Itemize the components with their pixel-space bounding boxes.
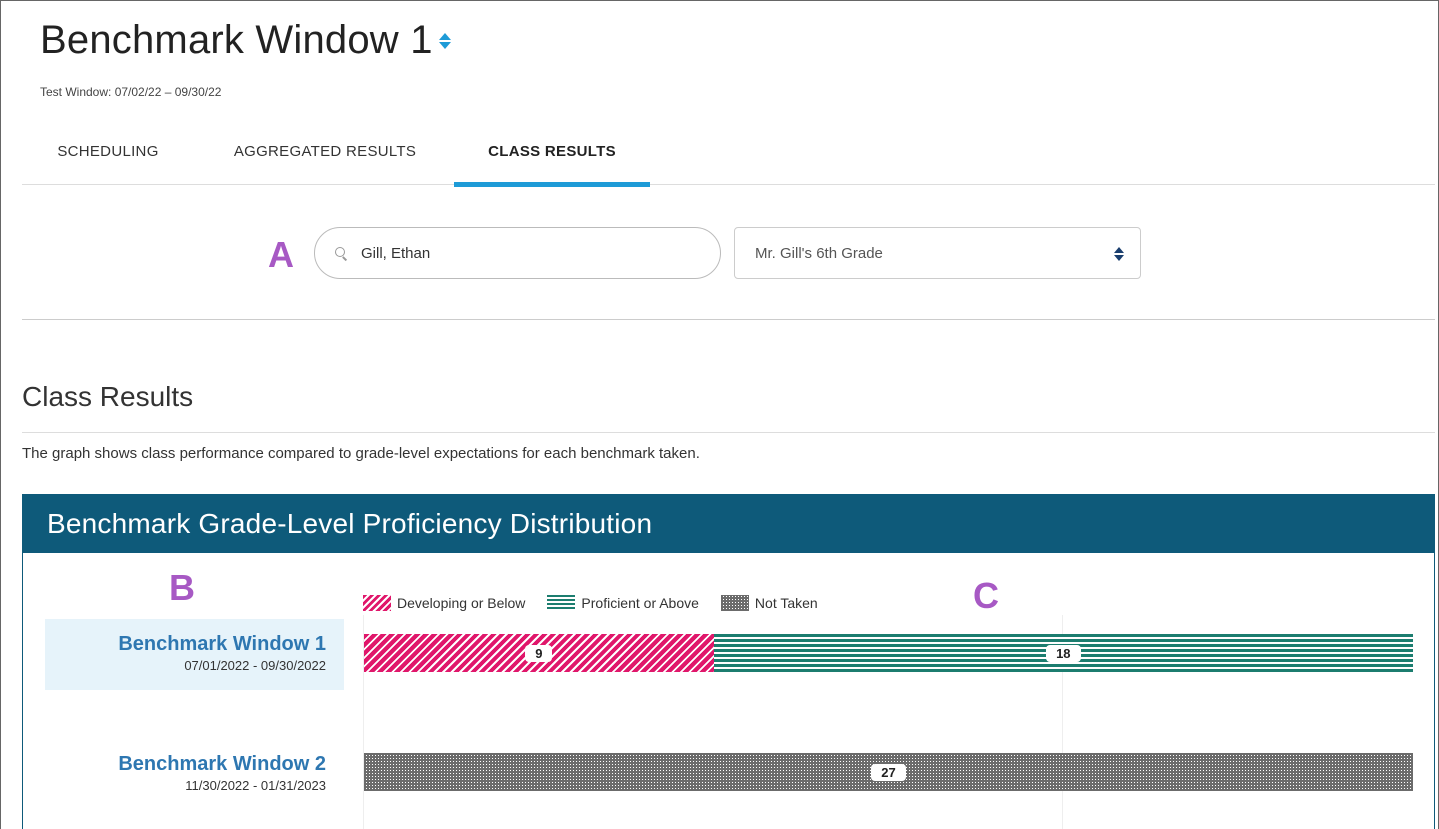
callout-a: A	[268, 234, 294, 275]
benchmark-window-2-label[interactable]: Benchmark Window 2 11/30/2022 - 01/31/20…	[45, 743, 344, 814]
callout-c: C	[973, 575, 999, 616]
section-description: The graph shows class performance compar…	[22, 445, 700, 462]
page-title-text: Benchmark Window 1	[40, 18, 433, 62]
callout-b: B	[169, 567, 195, 608]
legend-item-not-taken: Not Taken	[720, 595, 818, 611]
legend-swatch-proficient	[547, 595, 576, 611]
tab-class-results[interactable]: CLASS RESULTS	[454, 118, 650, 187]
bar-proficient[interactable]: 18	[713, 634, 1413, 672]
benchmark-window-name[interactable]: Benchmark Window 1	[45, 633, 326, 656]
bar-value-label: 27	[871, 763, 906, 781]
search-input[interactable]	[361, 244, 681, 262]
chart-title: Benchmark Grade-Level Proficiency Distri…	[23, 495, 1434, 553]
legend-label: Not Taken	[754, 595, 818, 611]
benchmark-window-dates: 11/30/2022 - 01/31/2023	[185, 778, 326, 793]
tab-aggregated-results[interactable]: AGGREGATED RESULTS	[218, 118, 432, 185]
legend-item-developing: Developing or Below	[363, 595, 525, 611]
legend-item-proficient: Proficient or Above	[547, 595, 699, 611]
chart-legend: Developing or Below Proficient or Above …	[363, 595, 840, 611]
section-title: Class Results	[22, 381, 194, 412]
bar-not-taken[interactable]: 27	[364, 753, 1413, 791]
tab-bar: SCHEDULING AGGREGATED RESULTS CLASS RESU…	[22, 118, 1435, 187]
sort-arrows-icon[interactable]	[438, 32, 451, 49]
legend-swatch-not-taken	[720, 595, 749, 611]
class-select-value: Mr. Gill's 6th Grade	[755, 244, 883, 262]
divider	[22, 432, 1435, 433]
divider	[22, 319, 1435, 320]
test-window-dates: Test Window: 07/02/22 – 09/30/22	[40, 85, 222, 99]
page-title[interactable]: Benchmark Window 1	[40, 18, 451, 63]
benchmark-window-dates: 07/01/2022 - 09/30/2022	[184, 658, 326, 673]
select-caret-icon	[1114, 247, 1124, 261]
legend-label: Proficient or Above	[581, 595, 699, 611]
chart-panel: Benchmark Grade-Level Proficiency Distri…	[22, 494, 1435, 829]
legend-swatch-developing	[363, 595, 391, 611]
benchmark-window-name[interactable]: Benchmark Window 2	[45, 753, 326, 776]
student-search[interactable]	[314, 227, 721, 279]
legend-label: Developing or Below	[397, 595, 526, 611]
class-select[interactable]: Mr. Gill's 6th Grade	[734, 227, 1141, 279]
benchmark-window-1-label[interactable]: Benchmark Window 1 07/01/2022 - 09/30/20…	[45, 619, 344, 690]
bar-developing[interactable]: 9	[364, 634, 714, 672]
bar-value-label: 9	[525, 644, 553, 662]
search-icon	[335, 247, 347, 259]
bar-value-label: 18	[1046, 644, 1081, 662]
tab-scheduling[interactable]: SCHEDULING	[48, 118, 168, 185]
